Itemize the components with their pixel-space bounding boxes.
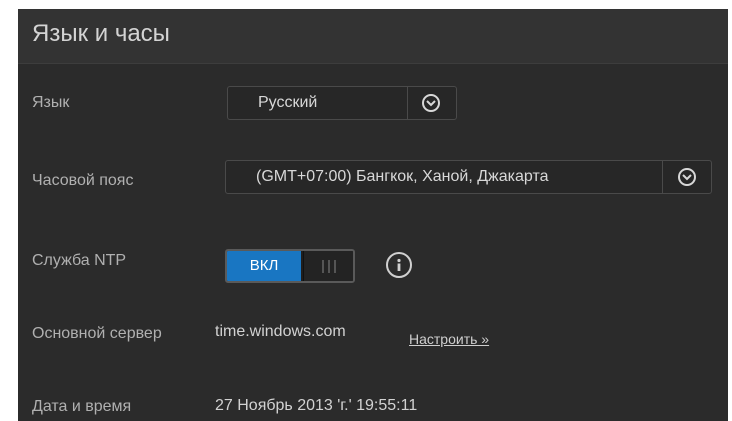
chevron-down-icon xyxy=(678,168,696,186)
ntp-label: Служба NTP xyxy=(32,252,127,269)
grip-line-icon xyxy=(322,260,324,273)
settings-panel: Язык и часы Язык Русский Часовой пояс (G… xyxy=(18,9,728,421)
server-value: time.windows.com xyxy=(215,323,346,340)
ntp-toggle[interactable]: ВКЛ xyxy=(225,249,355,283)
language-label: Язык xyxy=(32,94,70,111)
datetime-label: Дата и время xyxy=(32,398,132,415)
grip-line-icon xyxy=(328,260,330,273)
server-label: Основной сервер xyxy=(32,325,162,342)
timezone-label: Часовой пояс xyxy=(32,172,134,189)
datetime-value: 27 Ноябрь 2013 'г.' 19:55:11 xyxy=(215,397,418,414)
configure-server-link[interactable]: Настроить » xyxy=(409,331,489,347)
info-icon[interactable] xyxy=(386,252,412,278)
toggle-knob[interactable] xyxy=(303,251,353,281)
chevron-down-icon xyxy=(422,94,440,112)
language-value: Русский xyxy=(258,94,318,111)
language-dropdown-button[interactable] xyxy=(407,87,456,119)
timezone-value: (GMT+07:00) Бангкок, Ханой, Джакарта xyxy=(256,168,549,185)
grip-line-icon xyxy=(334,260,336,273)
panel-header: Язык и часы xyxy=(18,9,728,64)
timezone-select[interactable]: (GMT+07:00) Бангкок, Ханой, Джакарта xyxy=(225,160,712,194)
timezone-dropdown-button[interactable] xyxy=(662,161,711,193)
page-title: Язык и часы xyxy=(32,20,170,47)
ntp-toggle-on-label: ВКЛ xyxy=(227,251,301,281)
language-select[interactable]: Русский xyxy=(227,86,457,120)
